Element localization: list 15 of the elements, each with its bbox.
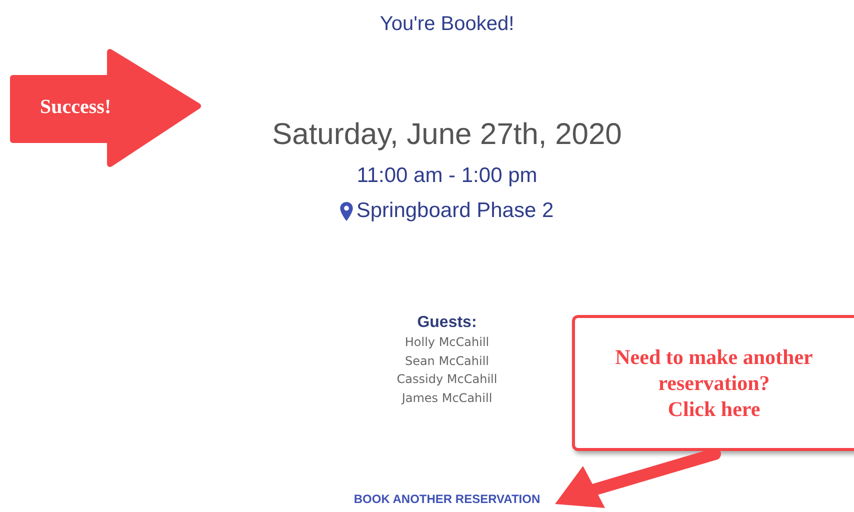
guest-name: Sean McCahill: [404, 352, 490, 370]
map-pin-icon: [340, 202, 354, 220]
callout-text: reservation?: [658, 370, 770, 396]
guest-name: Cassidy McCahill: [396, 371, 498, 388]
location-name: Springboard Phase 2: [356, 198, 554, 224]
guests-heading: Guests:: [417, 313, 477, 333]
guest-name: Holly McCahill: [404, 334, 490, 351]
booking-title: You're Booked!: [380, 12, 514, 37]
booking-date: Saturday, June 27th, 2020: [272, 117, 622, 153]
callout-text: Need to make another: [615, 344, 813, 370]
arrow-label: Success!: [40, 96, 112, 119]
guest-name: James McCahill: [402, 390, 492, 406]
callout-text: Click here: [668, 396, 760, 422]
booking-time: 11:00 am - 1:00 pm: [356, 163, 538, 189]
book-another-button[interactable]: BOOK ANOTHER RESERVATION: [348, 490, 546, 508]
